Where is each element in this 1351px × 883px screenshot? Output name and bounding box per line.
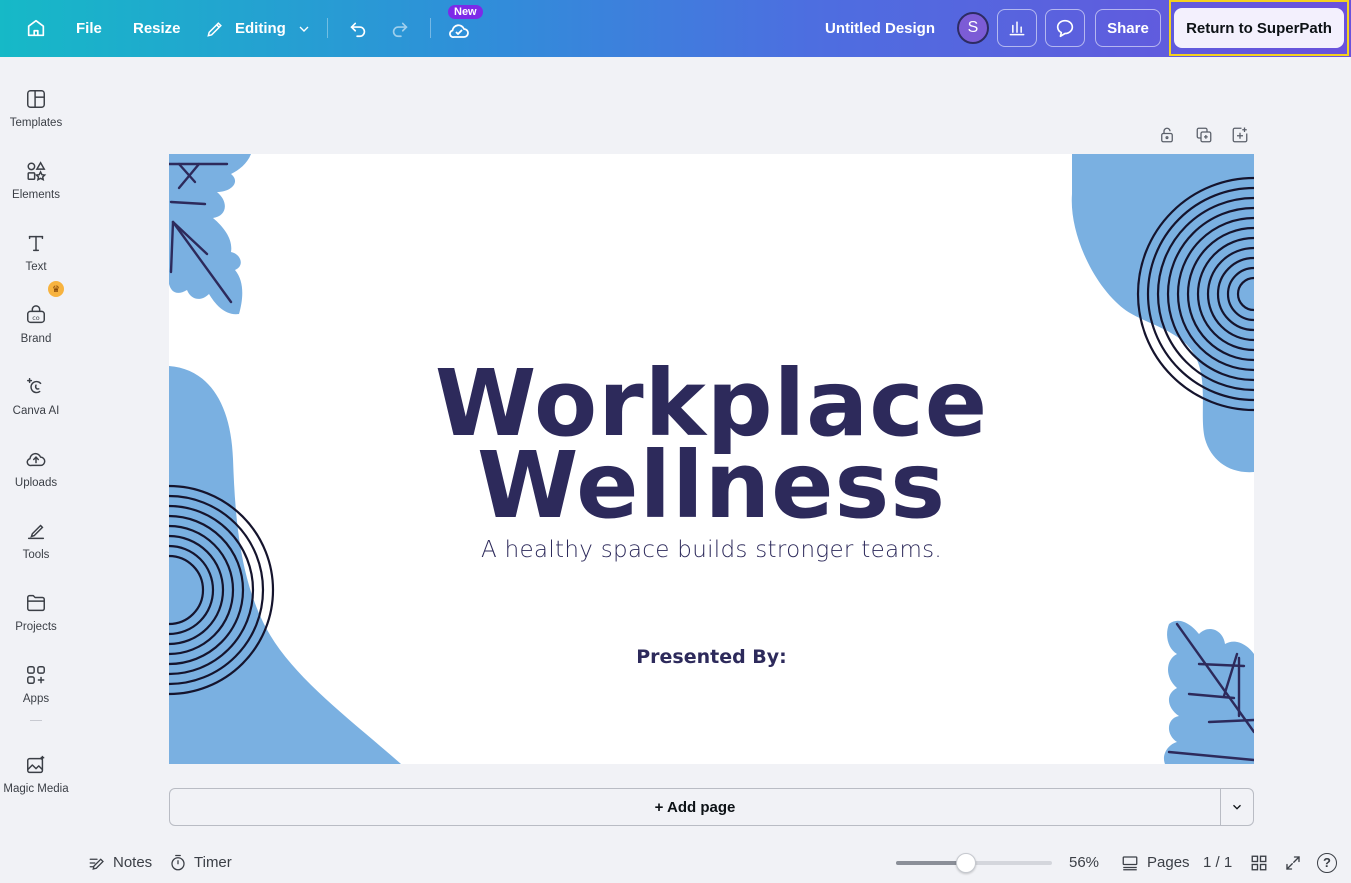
sidebar-item-tools[interactable]: Tools (0, 511, 72, 575)
bar-chart-icon (1009, 21, 1025, 36)
folder-icon (24, 591, 48, 615)
lock-page-button[interactable] (1158, 125, 1176, 147)
zoom-slider-handle[interactable] (956, 853, 977, 873)
sidebar-item-elements[interactable]: Elements (0, 151, 72, 215)
resize-button[interactable]: Resize (133, 0, 181, 57)
sidebar-item-label: Canva AI (12, 405, 60, 417)
presented-by-text[interactable]: Presented By: (169, 646, 1254, 668)
sidebar-item-brand[interactable]: co Brand (0, 295, 72, 359)
cloud-check-icon (449, 24, 469, 38)
home-button[interactable] (18, 10, 54, 46)
undo-button[interactable] (340, 10, 376, 46)
magic-media-icon (24, 753, 48, 777)
timer-label: Timer (194, 854, 232, 871)
chevron-down-icon (1233, 804, 1241, 810)
share-button[interactable]: Share (1095, 9, 1161, 47)
redo-icon (392, 22, 408, 38)
toolbar-divider (430, 18, 431, 38)
sidebar-item-projects[interactable]: Projects (0, 583, 72, 647)
editing-label: Editing (235, 20, 286, 37)
text-icon (24, 231, 48, 255)
bottom-bar: Notes Timer 56% Pages 1 / 1 ? (0, 842, 1351, 883)
sidebar-item-label: Magic Media (3, 783, 69, 795)
return-highlight: Return to SuperPath (1169, 0, 1349, 56)
add-page-options-button[interactable] (1220, 788, 1254, 826)
zoom-level[interactable]: 56% (1069, 842, 1099, 883)
sidebar-item-uploads[interactable]: Uploads (0, 439, 72, 503)
help-icon: ? (1317, 852, 1337, 873)
sidebar-item-label: Brand (20, 333, 52, 345)
pages-button[interactable]: Pages (1120, 842, 1190, 883)
pencil-icon (207, 21, 222, 37)
home-icon (27, 19, 45, 37)
add-page-icon-button[interactable] (1231, 125, 1249, 147)
comment-icon (1056, 19, 1074, 38)
insights-button[interactable] (997, 9, 1037, 47)
apps-icon (24, 663, 48, 687)
sidebar-item-templates[interactable]: Templates (0, 79, 72, 143)
sidebar-item-text[interactable]: Text (0, 223, 72, 287)
sidebar-item-label: Templates (9, 117, 63, 129)
avatar[interactable]: S (957, 12, 989, 44)
sidebar-item-label: Tools (22, 549, 50, 561)
return-to-superpath-button[interactable]: Return to SuperPath (1174, 8, 1344, 48)
slide-title-line-2[interactable]: Wellness (169, 440, 1254, 532)
page-count: 1 / 1 (1203, 854, 1233, 871)
sidebar-item-apps[interactable]: Apps (0, 655, 72, 719)
notes-label: Notes (113, 854, 153, 871)
elements-icon (24, 159, 48, 183)
redo-button[interactable] (382, 10, 418, 46)
notes-icon (89, 857, 104, 870)
new-badge: New (448, 5, 483, 19)
slide-canvas[interactable]: Workplace Wellness A healthy space build… (169, 154, 1254, 764)
fullscreen-button[interactable] (1284, 842, 1302, 883)
tools-icon (24, 519, 48, 543)
file-menu[interactable]: File (76, 0, 102, 57)
timer-button[interactable]: Timer (169, 842, 232, 883)
sidebar-item-label: Text (25, 261, 47, 273)
add-page-button[interactable]: + Add page (169, 788, 1221, 826)
slide-subtitle[interactable]: A healthy space builds stronger teams. (169, 537, 1254, 563)
undo-icon (350, 22, 366, 38)
expand-icon (1286, 855, 1300, 870)
editing-mode-dropdown[interactable]: Editing (205, 0, 312, 57)
sidebar-item-label: Elements (12, 189, 60, 201)
help-button[interactable]: ? (1317, 842, 1337, 883)
pages-label: Pages (1147, 854, 1190, 871)
add-page-icon (1232, 127, 1248, 143)
grid-view-icon (1251, 855, 1267, 870)
toolbar-divider (327, 18, 328, 38)
pages-icon (1122, 855, 1138, 870)
svg-text:co: co (32, 314, 40, 322)
sidebar-item-label: Projects (15, 621, 57, 633)
sidebar-item-magic-media[interactable]: Magic Media (0, 745, 72, 809)
canva-ai-icon (24, 375, 48, 399)
design-title[interactable]: Untitled Design (825, 0, 935, 57)
duplicate-icon (1196, 127, 1212, 143)
uploads-icon (24, 447, 48, 471)
sidebar-item-label: Uploads (14, 477, 58, 489)
lock-icon (1161, 127, 1173, 143)
sidebar-item-canva-ai[interactable]: Canva AI (0, 367, 72, 431)
left-sidebar: Templates Elements Text co Brand ♛ Canva… (0, 57, 72, 883)
brand-icon: co (24, 303, 48, 327)
notes-button[interactable]: Notes (87, 842, 152, 883)
grid-view-button[interactable] (1250, 842, 1268, 883)
comments-button[interactable] (1045, 9, 1085, 47)
duplicate-page-button[interactable] (1195, 125, 1213, 147)
templates-icon (24, 87, 48, 111)
timer-icon (171, 854, 185, 870)
crown-icon: ♛ (48, 281, 64, 297)
sidebar-item-label: Apps (22, 693, 50, 705)
top-toolbar: File Resize Editing New Untitled Design … (0, 0, 1351, 57)
chevron-down-icon (299, 26, 309, 32)
sidebar-divider (30, 720, 42, 721)
